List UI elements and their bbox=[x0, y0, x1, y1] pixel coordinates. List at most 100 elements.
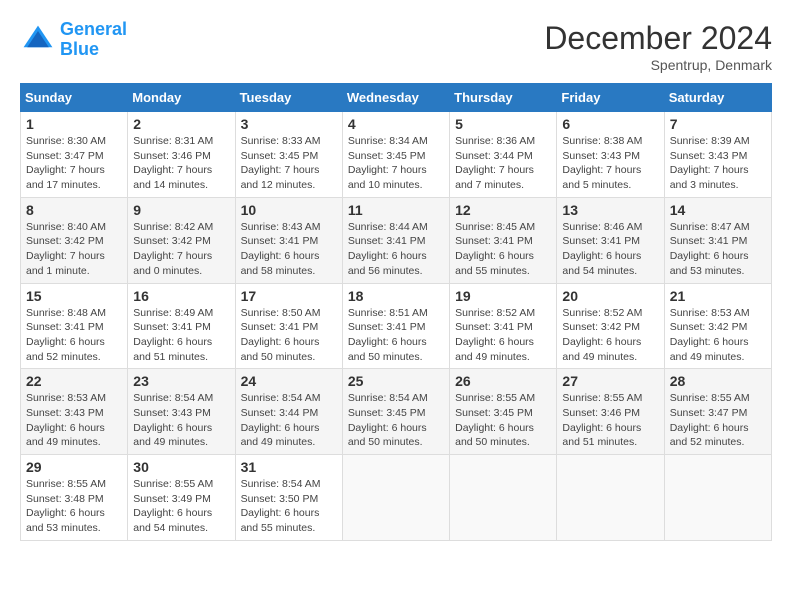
day-number: 3 bbox=[241, 116, 337, 132]
cell-week5-day6 bbox=[664, 455, 771, 541]
week-row-3: 15 Sunrise: 8:48 AM Sunset: 3:41 PM Dayl… bbox=[21, 283, 772, 369]
cell-week5-day1: 30 Sunrise: 8:55 AM Sunset: 3:49 PM Dayl… bbox=[128, 455, 235, 541]
cell-info: Sunrise: 8:54 AM Sunset: 3:44 PM Dayligh… bbox=[241, 391, 337, 450]
cell-info: Sunrise: 8:53 AM Sunset: 3:43 PM Dayligh… bbox=[26, 391, 122, 450]
cell-week2-day0: 8 Sunrise: 8:40 AM Sunset: 3:42 PM Dayli… bbox=[21, 197, 128, 283]
cell-info: Sunrise: 8:45 AM Sunset: 3:41 PM Dayligh… bbox=[455, 220, 551, 279]
cell-week4-day0: 22 Sunrise: 8:53 AM Sunset: 3:43 PM Dayl… bbox=[21, 369, 128, 455]
day-number: 13 bbox=[562, 202, 658, 218]
logo-icon bbox=[20, 22, 56, 58]
header-wednesday: Wednesday bbox=[342, 84, 449, 112]
cell-week1-day5: 6 Sunrise: 8:38 AM Sunset: 3:43 PM Dayli… bbox=[557, 112, 664, 198]
cell-week5-day5 bbox=[557, 455, 664, 541]
cell-info: Sunrise: 8:54 AM Sunset: 3:45 PM Dayligh… bbox=[348, 391, 444, 450]
day-number: 9 bbox=[133, 202, 229, 218]
day-number: 18 bbox=[348, 288, 444, 304]
cell-week5-day0: 29 Sunrise: 8:55 AM Sunset: 3:48 PM Dayl… bbox=[21, 455, 128, 541]
day-number: 26 bbox=[455, 373, 551, 389]
header-thursday: Thursday bbox=[450, 84, 557, 112]
week-row-5: 29 Sunrise: 8:55 AM Sunset: 3:48 PM Dayl… bbox=[21, 455, 772, 541]
cell-week3-day2: 17 Sunrise: 8:50 AM Sunset: 3:41 PM Dayl… bbox=[235, 283, 342, 369]
cell-week5-day2: 31 Sunrise: 8:54 AM Sunset: 3:50 PM Dayl… bbox=[235, 455, 342, 541]
cell-week2-day2: 10 Sunrise: 8:43 AM Sunset: 3:41 PM Dayl… bbox=[235, 197, 342, 283]
cell-week3-day6: 21 Sunrise: 8:53 AM Sunset: 3:42 PM Dayl… bbox=[664, 283, 771, 369]
cell-info: Sunrise: 8:52 AM Sunset: 3:41 PM Dayligh… bbox=[455, 306, 551, 365]
day-number: 17 bbox=[241, 288, 337, 304]
cell-info: Sunrise: 8:33 AM Sunset: 3:45 PM Dayligh… bbox=[241, 134, 337, 193]
cell-week5-day4 bbox=[450, 455, 557, 541]
cell-info: Sunrise: 8:34 AM Sunset: 3:45 PM Dayligh… bbox=[348, 134, 444, 193]
cell-week1-day2: 3 Sunrise: 8:33 AM Sunset: 3:45 PM Dayli… bbox=[235, 112, 342, 198]
day-number: 25 bbox=[348, 373, 444, 389]
cell-info: Sunrise: 8:54 AM Sunset: 3:43 PM Dayligh… bbox=[133, 391, 229, 450]
cell-info: Sunrise: 8:48 AM Sunset: 3:41 PM Dayligh… bbox=[26, 306, 122, 365]
cell-week4-day6: 28 Sunrise: 8:55 AM Sunset: 3:47 PM Dayl… bbox=[664, 369, 771, 455]
page-header: General Blue December 2024 Spentrup, Den… bbox=[20, 20, 772, 73]
cell-info: Sunrise: 8:53 AM Sunset: 3:42 PM Dayligh… bbox=[670, 306, 766, 365]
cell-week2-day4: 12 Sunrise: 8:45 AM Sunset: 3:41 PM Dayl… bbox=[450, 197, 557, 283]
logo-line1: General bbox=[60, 19, 127, 39]
cell-week1-day0: 1 Sunrise: 8:30 AM Sunset: 3:47 PM Dayli… bbox=[21, 112, 128, 198]
header-sunday: Sunday bbox=[21, 84, 128, 112]
cell-info: Sunrise: 8:55 AM Sunset: 3:45 PM Dayligh… bbox=[455, 391, 551, 450]
header-friday: Friday bbox=[557, 84, 664, 112]
cell-info: Sunrise: 8:55 AM Sunset: 3:49 PM Dayligh… bbox=[133, 477, 229, 536]
title-block: December 2024 Spentrup, Denmark bbox=[544, 20, 772, 73]
header-saturday: Saturday bbox=[664, 84, 771, 112]
day-number: 16 bbox=[133, 288, 229, 304]
logo: General Blue bbox=[20, 20, 127, 60]
cell-week4-day2: 24 Sunrise: 8:54 AM Sunset: 3:44 PM Dayl… bbox=[235, 369, 342, 455]
day-number: 11 bbox=[348, 202, 444, 218]
cell-info: Sunrise: 8:36 AM Sunset: 3:44 PM Dayligh… bbox=[455, 134, 551, 193]
cell-info: Sunrise: 8:46 AM Sunset: 3:41 PM Dayligh… bbox=[562, 220, 658, 279]
cell-info: Sunrise: 8:38 AM Sunset: 3:43 PM Dayligh… bbox=[562, 134, 658, 193]
day-number: 19 bbox=[455, 288, 551, 304]
cell-info: Sunrise: 8:42 AM Sunset: 3:42 PM Dayligh… bbox=[133, 220, 229, 279]
day-number: 2 bbox=[133, 116, 229, 132]
day-number: 5 bbox=[455, 116, 551, 132]
day-number: 31 bbox=[241, 459, 337, 475]
day-number: 22 bbox=[26, 373, 122, 389]
logo-text: General Blue bbox=[60, 20, 127, 60]
cell-week4-day3: 25 Sunrise: 8:54 AM Sunset: 3:45 PM Dayl… bbox=[342, 369, 449, 455]
day-number: 30 bbox=[133, 459, 229, 475]
day-number: 7 bbox=[670, 116, 766, 132]
cell-info: Sunrise: 8:44 AM Sunset: 3:41 PM Dayligh… bbox=[348, 220, 444, 279]
cell-info: Sunrise: 8:55 AM Sunset: 3:46 PM Dayligh… bbox=[562, 391, 658, 450]
day-number: 20 bbox=[562, 288, 658, 304]
day-number: 14 bbox=[670, 202, 766, 218]
cell-week1-day1: 2 Sunrise: 8:31 AM Sunset: 3:46 PM Dayli… bbox=[128, 112, 235, 198]
weekday-header-row: Sunday Monday Tuesday Wednesday Thursday… bbox=[21, 84, 772, 112]
cell-info: Sunrise: 8:43 AM Sunset: 3:41 PM Dayligh… bbox=[241, 220, 337, 279]
logo-line2: Blue bbox=[60, 39, 99, 59]
cell-info: Sunrise: 8:31 AM Sunset: 3:46 PM Dayligh… bbox=[133, 134, 229, 193]
location-subtitle: Spentrup, Denmark bbox=[544, 57, 772, 73]
week-row-1: 1 Sunrise: 8:30 AM Sunset: 3:47 PM Dayli… bbox=[21, 112, 772, 198]
day-number: 24 bbox=[241, 373, 337, 389]
day-number: 23 bbox=[133, 373, 229, 389]
day-number: 4 bbox=[348, 116, 444, 132]
week-row-2: 8 Sunrise: 8:40 AM Sunset: 3:42 PM Dayli… bbox=[21, 197, 772, 283]
cell-week2-day3: 11 Sunrise: 8:44 AM Sunset: 3:41 PM Dayl… bbox=[342, 197, 449, 283]
cell-week5-day3 bbox=[342, 455, 449, 541]
cell-week3-day4: 19 Sunrise: 8:52 AM Sunset: 3:41 PM Dayl… bbox=[450, 283, 557, 369]
cell-week1-day3: 4 Sunrise: 8:34 AM Sunset: 3:45 PM Dayli… bbox=[342, 112, 449, 198]
cell-info: Sunrise: 8:39 AM Sunset: 3:43 PM Dayligh… bbox=[670, 134, 766, 193]
day-number: 6 bbox=[562, 116, 658, 132]
week-row-4: 22 Sunrise: 8:53 AM Sunset: 3:43 PM Dayl… bbox=[21, 369, 772, 455]
header-monday: Monday bbox=[128, 84, 235, 112]
cell-week1-day4: 5 Sunrise: 8:36 AM Sunset: 3:44 PM Dayli… bbox=[450, 112, 557, 198]
cell-info: Sunrise: 8:51 AM Sunset: 3:41 PM Dayligh… bbox=[348, 306, 444, 365]
cell-info: Sunrise: 8:50 AM Sunset: 3:41 PM Dayligh… bbox=[241, 306, 337, 365]
day-number: 27 bbox=[562, 373, 658, 389]
day-number: 1 bbox=[26, 116, 122, 132]
cell-week3-day1: 16 Sunrise: 8:49 AM Sunset: 3:41 PM Dayl… bbox=[128, 283, 235, 369]
day-number: 12 bbox=[455, 202, 551, 218]
month-title: December 2024 bbox=[544, 20, 772, 57]
cell-week1-day6: 7 Sunrise: 8:39 AM Sunset: 3:43 PM Dayli… bbox=[664, 112, 771, 198]
day-number: 21 bbox=[670, 288, 766, 304]
cell-week2-day1: 9 Sunrise: 8:42 AM Sunset: 3:42 PM Dayli… bbox=[128, 197, 235, 283]
day-number: 15 bbox=[26, 288, 122, 304]
cell-info: Sunrise: 8:47 AM Sunset: 3:41 PM Dayligh… bbox=[670, 220, 766, 279]
day-number: 8 bbox=[26, 202, 122, 218]
